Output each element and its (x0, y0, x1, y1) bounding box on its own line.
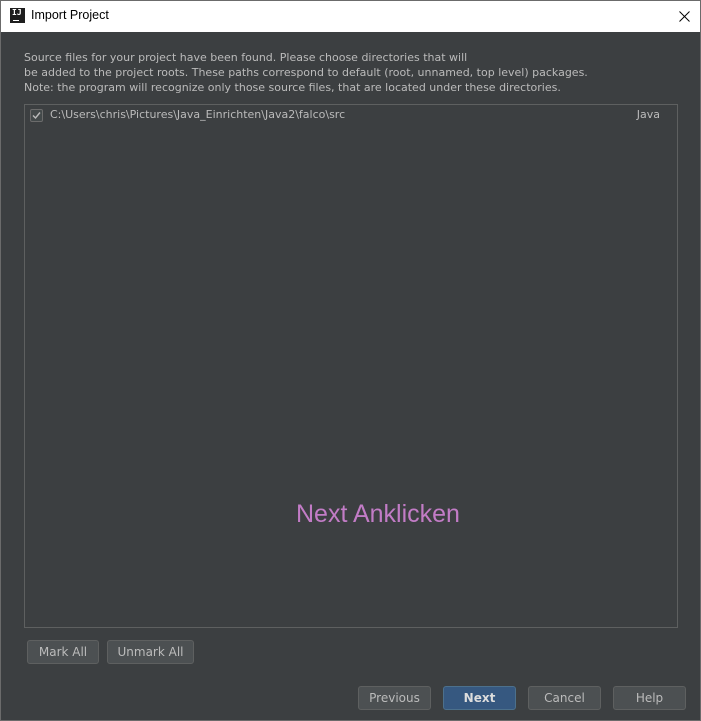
next-button[interactable]: Next (443, 686, 516, 710)
intellij-app-icon: IJ (10, 8, 25, 23)
description-line-3: Note: the program will recognize only th… (24, 81, 561, 94)
cancel-button[interactable]: Cancel (528, 686, 601, 710)
description-line-2: be added to the project roots. These pat… (24, 66, 588, 79)
description-text: Source files for your project have been … (24, 50, 684, 95)
source-root-type: Java (636, 108, 660, 121)
source-root-checkbox[interactable] (30, 109, 43, 122)
source-roots-list[interactable]: C:\Users\chris\Pictures\Java_Einrichten\… (24, 104, 678, 628)
previous-button[interactable]: Previous (358, 686, 431, 710)
description-line-1: Source files for your project have been … (24, 51, 468, 64)
checkmark-icon (32, 112, 41, 120)
close-button[interactable] (669, 1, 700, 32)
import-project-dialog: IJ Import Project Source files for your … (0, 0, 701, 721)
source-root-row[interactable]: C:\Users\chris\Pictures\Java_Einrichten\… (25, 105, 677, 126)
window-title: Import Project (31, 8, 109, 22)
help-button[interactable]: Help (613, 686, 686, 710)
annotation-text: Next Anklicken (296, 500, 460, 528)
source-root-path: C:\Users\chris\Pictures\Java_Einrichten\… (50, 108, 346, 121)
title-bar: IJ Import Project (1, 1, 700, 32)
close-icon (679, 7, 690, 26)
unmark-all-button[interactable]: Unmark All (107, 640, 194, 664)
mark-all-button[interactable]: Mark All (27, 640, 99, 664)
